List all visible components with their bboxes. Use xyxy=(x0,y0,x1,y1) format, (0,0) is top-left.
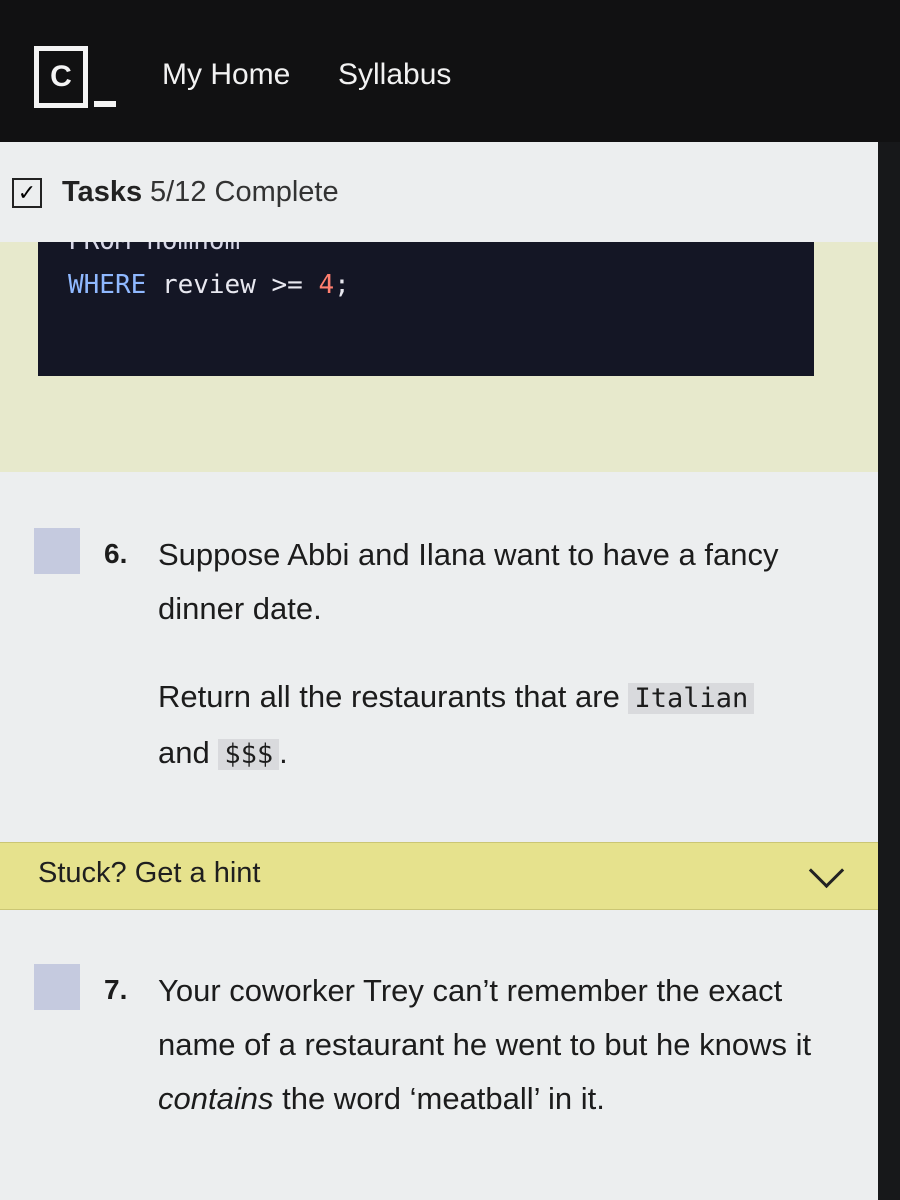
logo-letter: C xyxy=(50,60,72,93)
task-6-and: and xyxy=(158,735,210,770)
hint-bar[interactable]: Stuck? Get a hint xyxy=(0,842,878,910)
right-edge xyxy=(878,142,900,1200)
code-line-partial: FROM nomnom xyxy=(68,242,240,256)
code-operator: >= xyxy=(271,270,303,300)
code-number: 4 xyxy=(318,270,335,300)
logo-cursor-underscore xyxy=(94,101,116,107)
code-keyword: WHERE xyxy=(68,270,147,300)
task-7-emphasis: contains xyxy=(158,1081,274,1116)
code-italian: Italian xyxy=(628,683,755,714)
tasks-label: Tasks xyxy=(62,176,143,208)
codecademy-logo[interactable]: C xyxy=(34,46,88,108)
task-checkbox[interactable] xyxy=(34,528,80,574)
task-7-part2: the word ‘meatball’ in it. xyxy=(282,1081,605,1116)
task-7-part1: Your coworker Trey can’t remember the ex… xyxy=(158,973,812,1062)
tasks-complete-status: 5/12 Complete xyxy=(150,176,339,208)
code-block: FROM nomnom WHERE review >= 4; xyxy=(38,242,814,376)
task-checkbox[interactable] xyxy=(34,964,80,1010)
task-6-prefix: Return all the restaurants that are xyxy=(158,679,620,714)
task-6-line2: Return all the restaurants that are Ital… xyxy=(158,670,838,782)
code-identifier: review xyxy=(161,270,256,300)
nav-link-syllabus[interactable]: Syllabus xyxy=(338,58,451,92)
task-number: 6. xyxy=(104,538,128,569)
checkbox-icon: ✓ xyxy=(12,178,42,208)
task-6-period: . xyxy=(279,735,288,770)
code-line-where: WHERE review >= 4; xyxy=(68,270,350,300)
task-7-text: Your coworker Trey can’t remember the ex… xyxy=(158,964,838,1126)
nav-link-my-home[interactable]: My Home xyxy=(162,58,290,92)
code-terminator: ; xyxy=(334,270,350,300)
hint-label: Stuck? Get a hint xyxy=(38,857,261,889)
code-price: $$$ xyxy=(218,739,280,770)
task-6-line1: Suppose Abbi and Ilana want to have a fa… xyxy=(158,537,779,626)
task-number: 7. xyxy=(104,974,128,1005)
